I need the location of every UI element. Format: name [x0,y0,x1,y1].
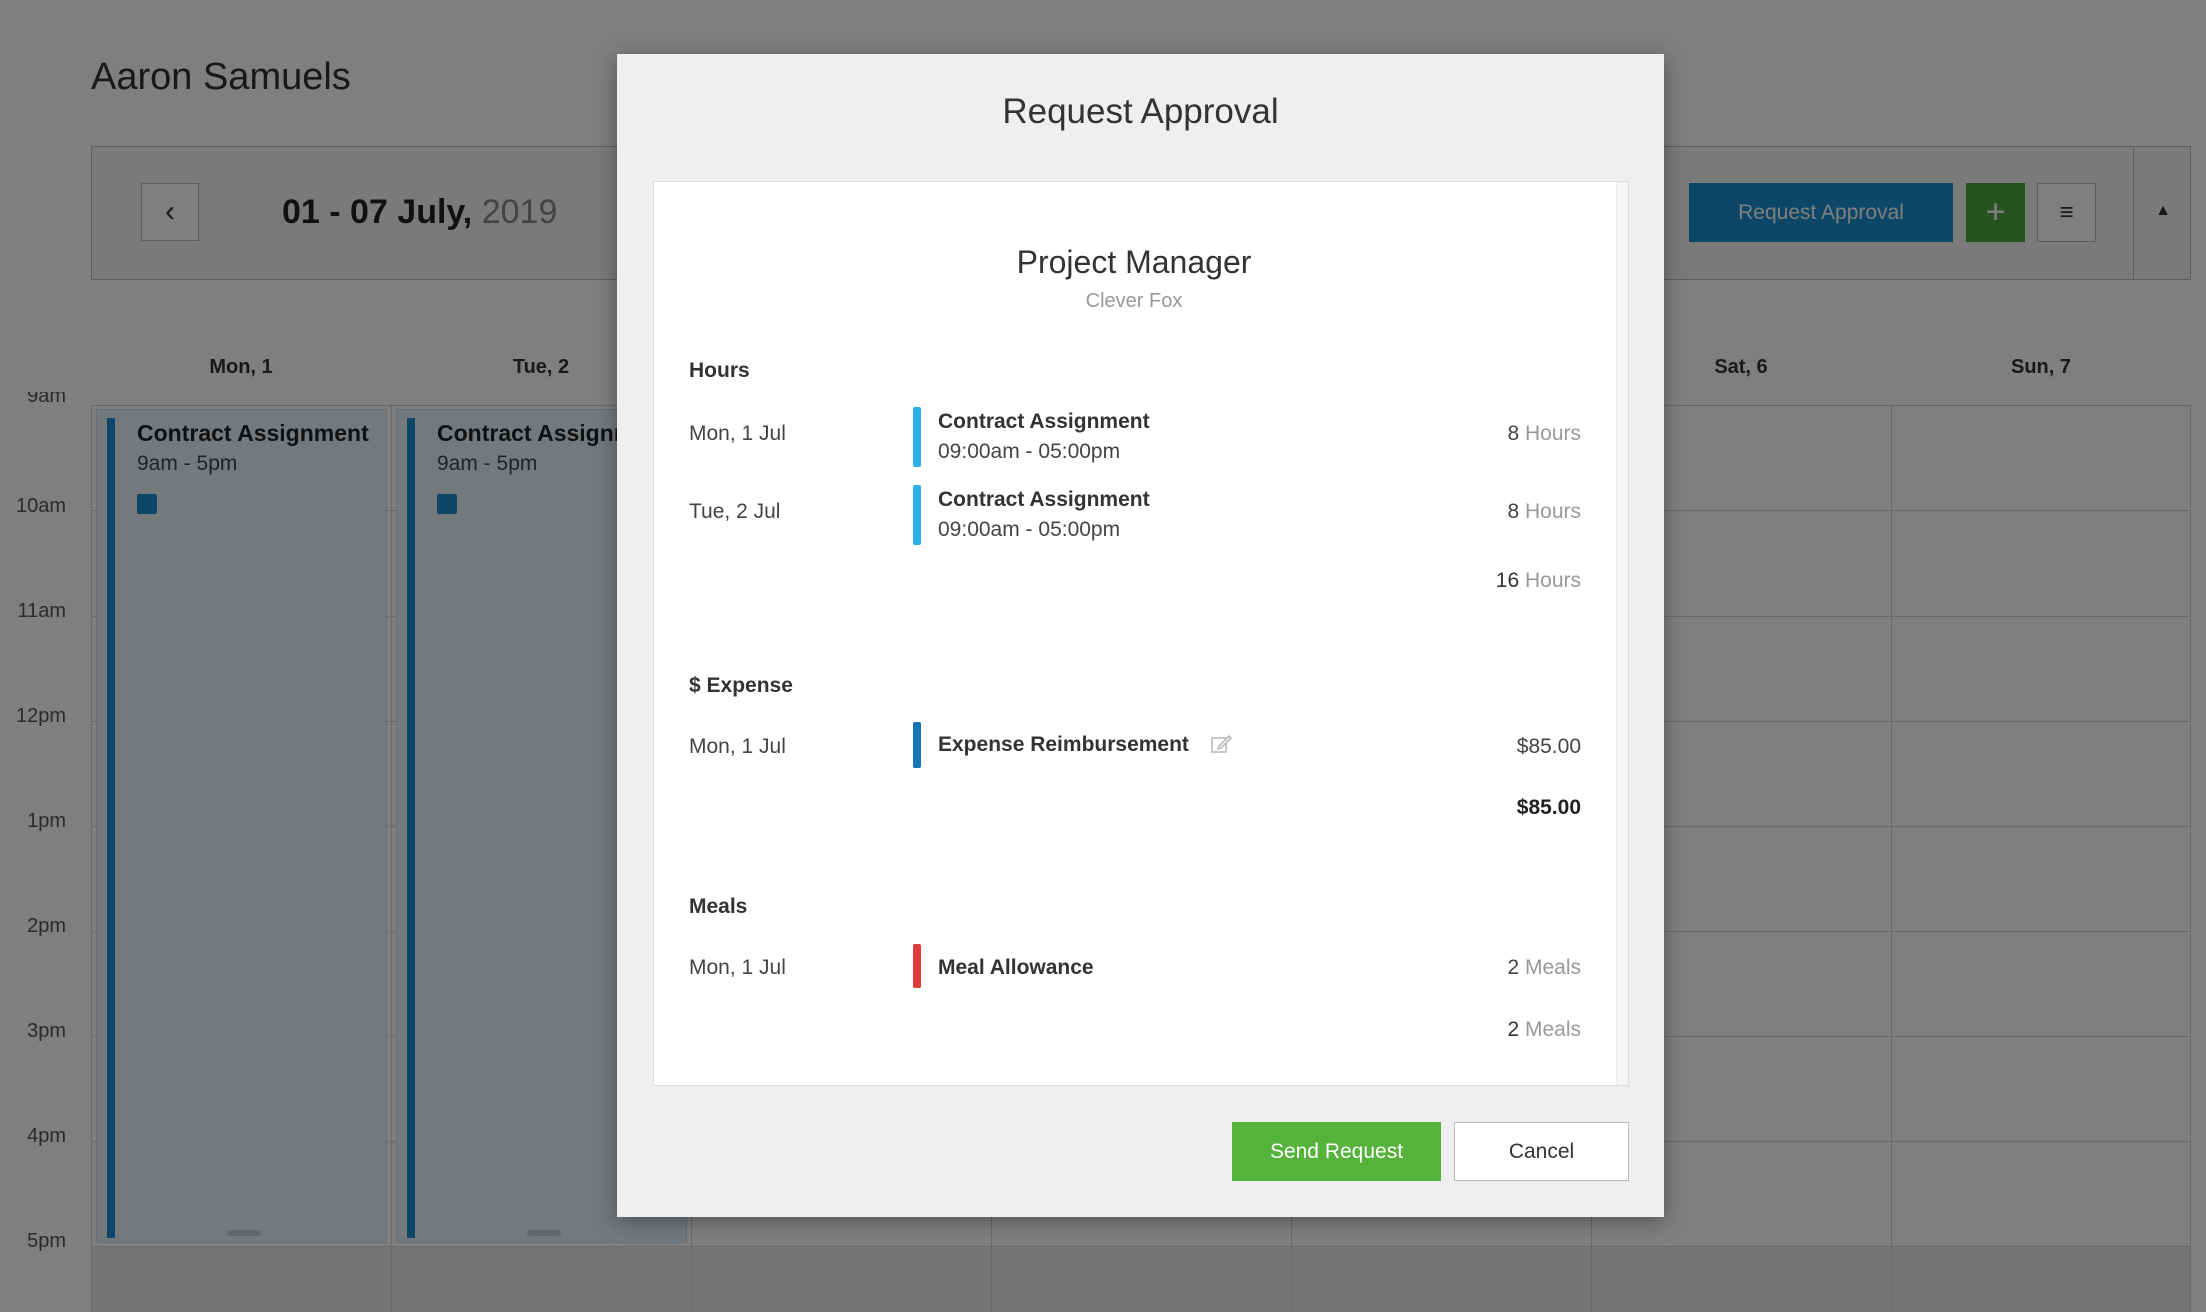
hours-color-bar [913,485,921,545]
meals-row-name: Meal Allowance [938,956,1094,979]
hours-heading: Hours [689,359,750,382]
scrollbar[interactable] [1616,182,1628,1085]
meals-heading: Meals [689,895,748,918]
expense-row-name: Expense Reimbursement [938,733,1189,756]
dialog-body: Project Manager Clever Fox Hours Mon, 1 … [653,181,1629,1086]
hours-row-qty: 8 Hours [1507,422,1581,445]
send-request-button[interactable]: Send Request [1232,1122,1441,1181]
expense-row-amount: $85.00 [1516,735,1581,758]
meals-color-bar [913,944,921,988]
hours-color-bar [913,407,921,467]
meals-row-qty: 2 Meals [1507,956,1581,979]
meals-total: 2 Meals [1507,1018,1581,1041]
dialog-title: Request Approval [1002,92,1279,131]
hours-row-time: 09:00am - 05:00pm [938,440,1121,463]
hours-row-name: Contract Assignment [938,410,1150,433]
meals-row-date: Mon, 1 Jul [689,956,786,979]
hours-total: 16 Hours [1495,569,1581,592]
hours-row-date: Mon, 1 Jul [689,422,786,445]
expense-heading: $ Expense [689,674,793,697]
company-name: Clever Fox [1085,290,1183,312]
hours-row-name: Contract Assignment [938,488,1150,511]
expense-row-date: Mon, 1 Jul [689,735,786,758]
expense-color-bar [913,722,921,768]
edit-icon[interactable] [1210,733,1232,755]
hours-row-time: 09:00am - 05:00pm [938,518,1121,541]
cancel-button[interactable]: Cancel [1454,1122,1629,1181]
expense-total: $85.00 [1516,796,1581,819]
hours-row-qty: 8 Hours [1507,500,1581,523]
role-title: Project Manager [1016,244,1252,280]
request-approval-dialog: Request Approval Project Manager Clever … [617,54,1664,1217]
hours-row-date: Tue, 2 Jul [689,500,781,523]
